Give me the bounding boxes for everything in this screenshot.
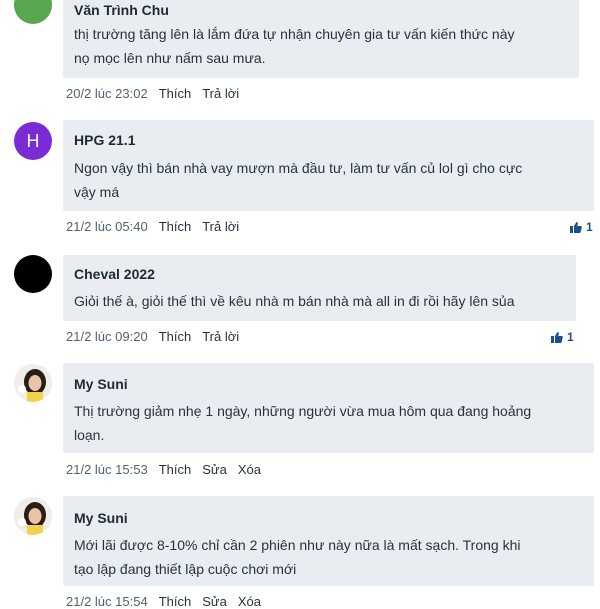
- comment-author[interactable]: My Suni: [74, 510, 128, 526]
- comment-meta: 21/2 lúc 05:40 Thích Trả lời: [66, 219, 239, 234]
- comment-text-line: loạn.: [74, 427, 105, 443]
- avatar-photo-icon: [14, 364, 52, 402]
- comment-bubble: My Suni Thị trường giảm nhẹ 1 ngày, nhữn…: [63, 363, 594, 453]
- comment-meta: 21/2 lúc 09:20 Thích Trả lời: [66, 329, 239, 344]
- comment-bubble: My Suni Mới lãi được 8-10% chỉ cần 2 phi…: [63, 496, 594, 586]
- comment-author[interactable]: HPG 21.1: [74, 132, 135, 148]
- thumbs-up-icon: [551, 331, 563, 343]
- comment-text: Giỏi thế à, giỏi thế thì về kêu nhà m bá…: [74, 289, 566, 313]
- edit-link[interactable]: Sửa: [202, 462, 227, 477]
- like-link[interactable]: Thích: [159, 329, 192, 344]
- comment-text-line: Mới lãi được 8-10% chỉ cần 2 phiên như n…: [74, 537, 521, 553]
- avatar[interactable]: [14, 497, 52, 535]
- comment-author[interactable]: My Suni: [74, 376, 128, 392]
- comment-text: thị trường tăng lên là lắm đứa tự nhận c…: [74, 22, 569, 70]
- comment-bubble: Cheval 2022 Giỏi thế à, giỏi thế thì về …: [63, 255, 576, 321]
- delete-link[interactable]: Xóa: [238, 594, 261, 609]
- comment-meta: 20/2 lúc 23:02 Thích Trả lời: [66, 86, 239, 101]
- comment-bubble: HPG 21.1 Ngon vậy thì bán nhà vay mượn m…: [63, 120, 594, 211]
- reply-link[interactable]: Trả lời: [202, 219, 239, 234]
- like-link[interactable]: Thích: [159, 462, 192, 477]
- comment-text-line: Giỏi thế à, giỏi thế thì về kêu nhà m bá…: [74, 293, 515, 309]
- comment-text: Mới lãi được 8-10% chỉ cần 2 phiên như n…: [74, 533, 584, 581]
- edit-link[interactable]: Sửa: [202, 594, 227, 609]
- avatar[interactable]: [14, 0, 52, 24]
- like-count[interactable]: 1: [551, 330, 574, 344]
- comment-text: Ngon vậy thì bán nhà vay mượn mà đầu tư,…: [74, 156, 584, 204]
- comment-text-line: tạo lập đang thiết lập cuộc chơi mới: [74, 561, 297, 577]
- comment-text-line: nọ mọc lên như nấm sau mưa.: [74, 50, 266, 66]
- comment-bubble: Văn Trình Chu thị trường tăng lên là lắm…: [63, 0, 579, 78]
- like-link[interactable]: Thích: [159, 86, 192, 101]
- avatar-letter: H: [26, 130, 40, 151]
- reply-link[interactable]: Trả lời: [202, 329, 239, 344]
- comment-author[interactable]: Cheval 2022: [74, 266, 155, 282]
- comment-time[interactable]: 21/2 lúc 15:53: [66, 462, 148, 477]
- comment-time[interactable]: 21/2 lúc 15:54: [66, 594, 148, 609]
- comment-meta: 21/2 lúc 15:53 Thích Sửa Xóa: [66, 462, 261, 477]
- comment-text: Thị trường giảm nhẹ 1 ngày, những người …: [74, 399, 584, 447]
- like-link[interactable]: Thích: [159, 219, 192, 234]
- comment-text-line: thị trường tăng lên là lắm đứa tự nhận c…: [74, 26, 515, 42]
- reply-link[interactable]: Trả lời: [202, 86, 239, 101]
- avatar[interactable]: [14, 255, 52, 293]
- like-link[interactable]: Thích: [159, 594, 192, 609]
- like-count-value: 1: [586, 220, 593, 234]
- comment-author[interactable]: Văn Trình Chu: [74, 2, 169, 18]
- like-count-value: 1: [567, 330, 574, 344]
- like-count[interactable]: 1: [570, 220, 593, 234]
- comment-time[interactable]: 21/2 lúc 09:20: [66, 329, 148, 344]
- comment-meta: 21/2 lúc 15:54 Thích Sửa Xóa: [66, 594, 261, 609]
- comment-time[interactable]: 21/2 lúc 05:40: [66, 219, 148, 234]
- avatar-photo-icon: [14, 497, 52, 535]
- comment-text-line: vậy má: [74, 184, 120, 200]
- avatar[interactable]: [14, 364, 52, 402]
- avatar[interactable]: H: [14, 122, 52, 160]
- comment-time[interactable]: 20/2 lúc 23:02: [66, 86, 148, 101]
- thumbs-up-icon: [570, 221, 582, 233]
- comment-text-line: Ngon vậy thì bán nhà vay mượn mà đầu tư,…: [74, 160, 523, 176]
- delete-link[interactable]: Xóa: [238, 462, 261, 477]
- comment-text-line: Thị trường giảm nhẹ 1 ngày, những người …: [74, 403, 532, 419]
